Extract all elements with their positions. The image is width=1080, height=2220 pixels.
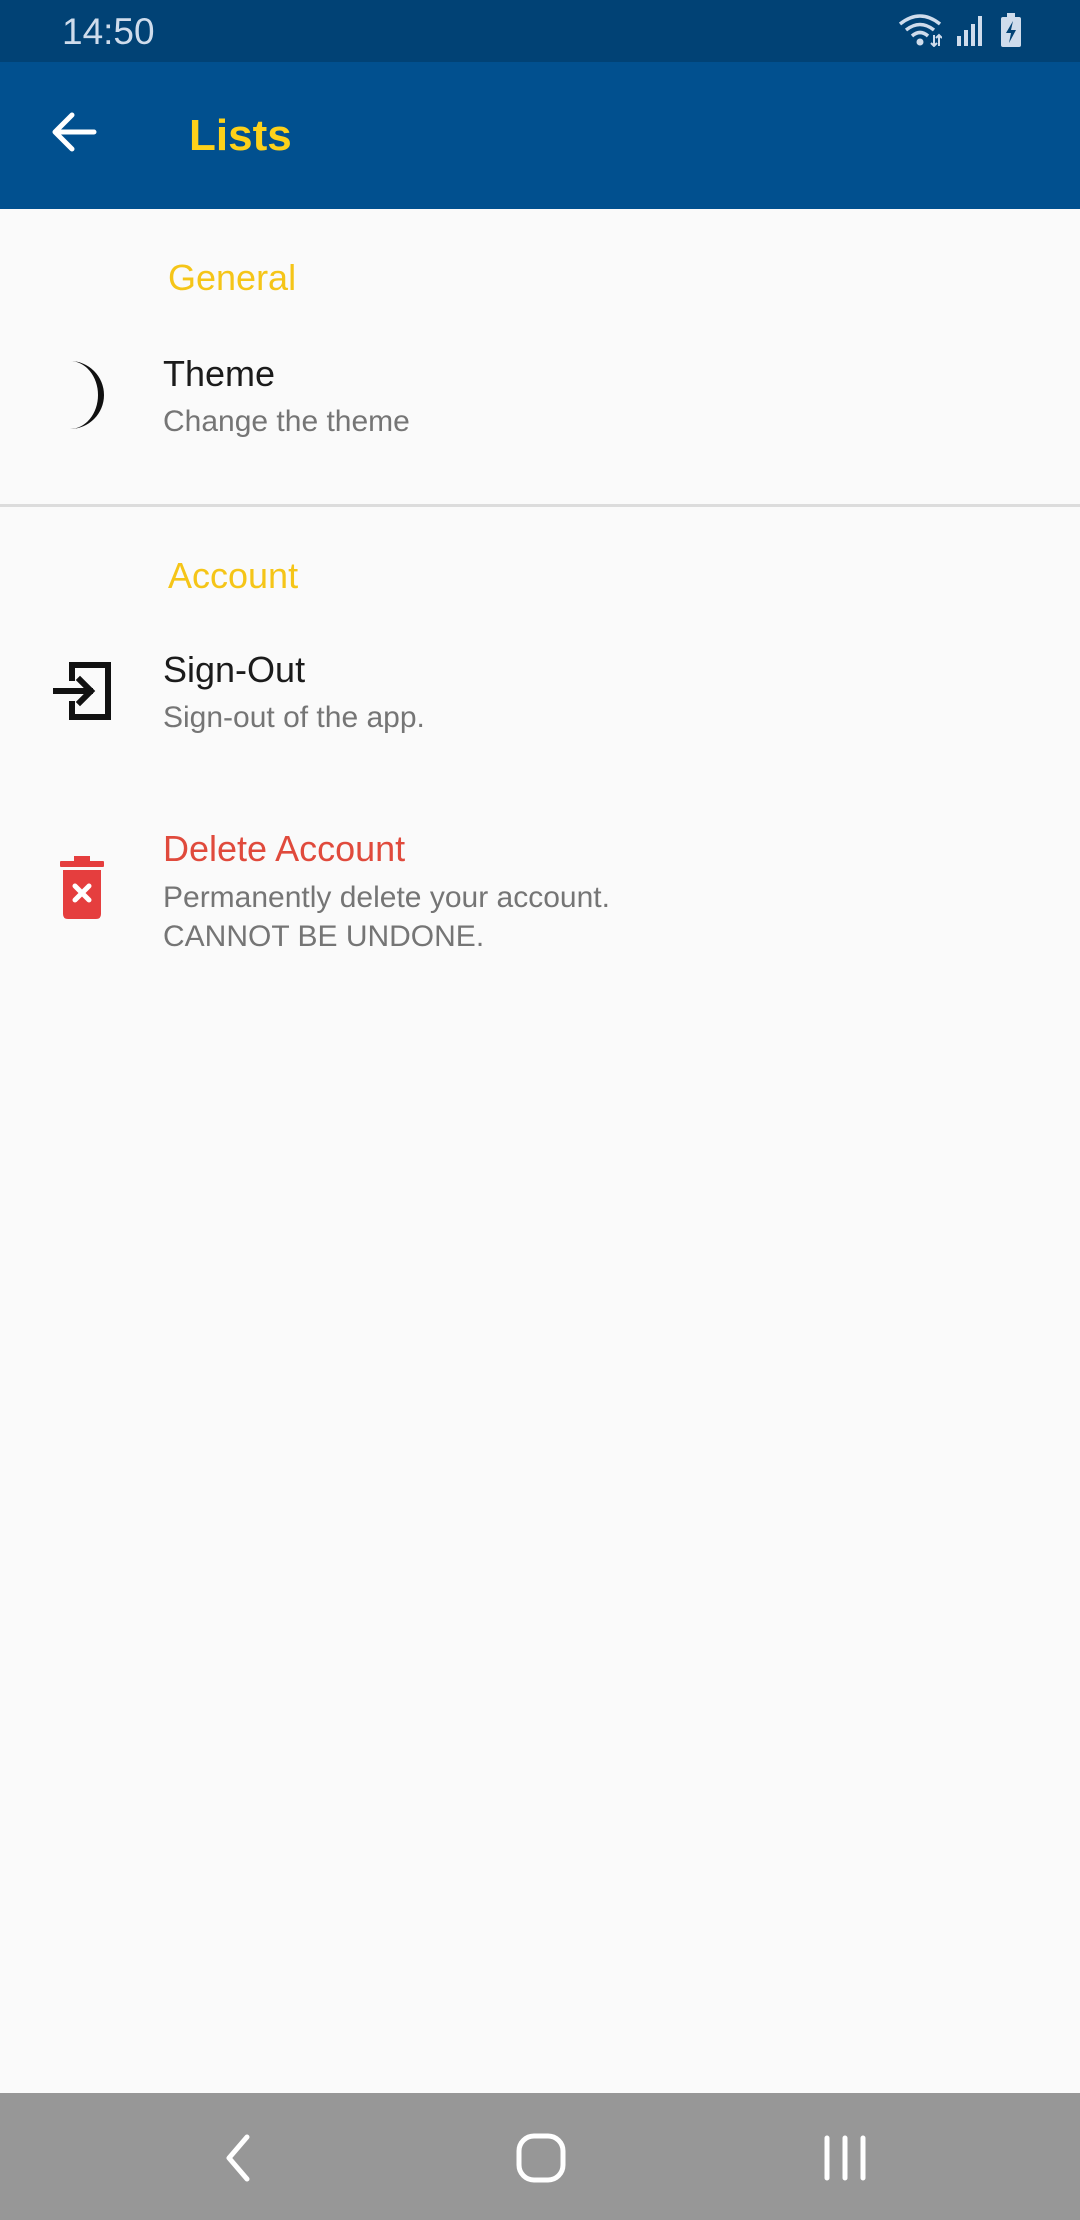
battery-charging-icon (1000, 12, 1022, 52)
back-nav-icon[interactable] (194, 2113, 284, 2203)
item-title: Theme (163, 353, 276, 394)
app-bar: Lists (0, 62, 1080, 209)
arrow-left-icon (50, 110, 98, 159)
sign-out-icon (42, 651, 122, 731)
settings-item-theme[interactable]: Theme Change the theme (0, 340, 1080, 470)
trash-x-icon (42, 848, 122, 928)
signal-icon (956, 14, 986, 51)
item-subtitle: Permanently delete your account. CANNOT … (163, 881, 610, 953)
section-header-account: Account (168, 555, 299, 596)
item-title: Sign-Out (163, 649, 306, 690)
status-icons (898, 12, 1022, 52)
system-nav-bar (0, 2093, 1080, 2220)
section-header-general: General (168, 257, 297, 298)
divider (0, 504, 1080, 507)
settings-item-sign-out[interactable]: Sign-Out Sign-out of the app. (0, 638, 1080, 768)
item-subtitle: Sign-out of the app. (163, 701, 425, 734)
page-title: Lists (189, 111, 292, 160)
status-time: 14:50 (62, 11, 155, 52)
wifi-icon (898, 13, 943, 52)
settings-item-delete-account[interactable]: Delete Account Permanently delete your a… (0, 818, 1080, 968)
item-title: Delete Account (163, 828, 406, 869)
home-nav-icon[interactable] (496, 2113, 586, 2203)
moon-icon (42, 355, 122, 435)
item-subtitle: Change the theme (163, 405, 410, 438)
back-button[interactable] (36, 96, 112, 172)
status-bar: 14:50 (0, 0, 1080, 62)
recents-nav-icon[interactable] (800, 2113, 890, 2203)
